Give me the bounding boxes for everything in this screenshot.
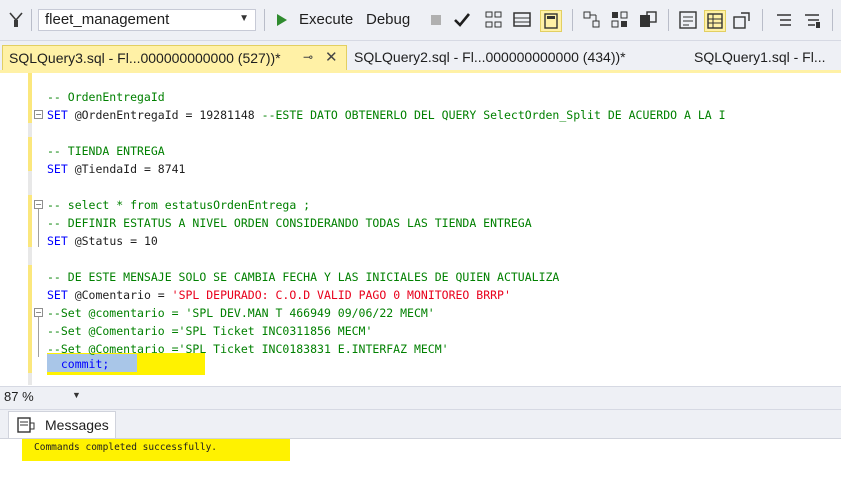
results-to-grid-icon[interactable] [512,10,532,30]
sqlcmd-mode-icon[interactable] [638,10,658,30]
code-line: -- DE ESTE MENSAJE SOLO SE CAMBIA FECHA … [47,268,559,286]
toolbar-separator [31,9,32,31]
code-token: --Set @comentario = 'SPL DEV.MAN T 46694… [47,306,435,320]
query-editor[interactable]: − − − -- OrdenEntregaId SET @OrdenEntrega… [0,73,841,385]
collapse-icon[interactable]: − [34,200,43,209]
toolbar-separator [264,9,265,31]
code-line: -- OrdenEntregaId [47,88,165,106]
code-line: --Set @Comentario ='SPL Ticket INC031185… [47,322,372,340]
code-line: -- select * from estatusOrdenEntrega ; [47,196,310,214]
query-options-icon[interactable] [582,10,602,30]
toolbar-separator [832,9,833,31]
tab-messages[interactable]: Messages [8,411,116,438]
code-line: --Set @comentario = 'SPL DEV.MAN T 46694… [47,304,435,322]
code-token: @TiendaId = 8741 [74,162,186,176]
document-tabstrip: SQLQuery3.sql - Fl...000000000000 (527))… [0,41,841,71]
zoom-level: 87 % [4,389,34,404]
pin-icon[interactable]: ⊸ [303,50,313,64]
messages-pane: Commands completed successfully. [0,438,841,482]
code-token: SET [47,108,75,122]
code-line: SET @TiendaId = 8741 [47,160,185,178]
tab-label: SQLQuery3.sql - Fl...000000000000 (527))… [9,50,281,66]
execution-plan-icon[interactable] [484,10,504,30]
code-token: @OrdenEntregaId = 19281148 [74,108,262,122]
code-token: @Comentario = [74,288,172,302]
zoom-dropdown[interactable]: 87 % ▼ [4,389,84,406]
parse-checkmark-icon[interactable] [452,10,472,30]
change-indicator [28,195,32,247]
database-name: fleet_management [45,11,170,28]
toolbar-separator [762,9,763,31]
change-indicator [28,137,32,171]
code-token: -- DE ESTE MENSAJE SOLO SE CAMBIA FECHA … [47,270,560,284]
calculator-icon[interactable] [540,10,562,32]
fold-guide [38,209,39,247]
object-explorer-filter-icon[interactable] [6,10,26,30]
stop-icon[interactable] [426,10,446,30]
code-line: -- DEFINIR ESTATUS A NIVEL ORDEN CONSIDE… [47,214,532,232]
results-to-file-icon[interactable] [732,10,752,30]
code-token: SET [47,162,75,176]
tab-sqlquery1[interactable]: SQLQuery1.sql - Fl... [694,49,825,65]
chevron-down-icon: ▼ [239,13,249,24]
code-token: --Set @Comentario ='SPL Ticket INC018383… [47,342,449,356]
results-grid-selected-icon[interactable] [704,10,726,32]
messages-tab-label: Messages [45,417,109,433]
execute-play-icon[interactable] [272,10,292,30]
code-token: SET [47,288,75,302]
code-token: -- DEFINIR ESTATUS A NIVEL ORDEN CONSIDE… [47,216,532,230]
toolbar-separator [572,9,573,31]
intellisense-icon[interactable] [610,10,630,30]
close-icon[interactable]: ✕ [325,48,338,66]
results-tabstrip: Messages [0,410,841,438]
collapse-icon[interactable]: − [34,110,43,119]
result-message: Commands completed successfully. [34,442,218,453]
toolbar-separator [668,9,669,31]
toolbar: fleet_management ▼ Execute Debug [0,0,841,41]
fold-guide [38,317,39,357]
uncomment-lines-icon[interactable] [802,10,822,30]
code-token: --ESTE DATO OBTENERLO DEL QUERY SelectOr… [261,108,726,122]
execute-button[interactable]: Execute [299,11,353,28]
code-token: -- TIENDA ENTREGA [47,144,165,158]
tab-sqlquery2[interactable]: SQLQuery2.sql - Fl...000000000000 (434))… [354,49,626,65]
code-line: commit; [47,355,109,373]
code-token: SET [47,234,75,248]
results-to-text-icon[interactable] [678,10,698,30]
debug-button[interactable]: Debug [366,11,410,28]
collapse-icon[interactable]: − [34,308,43,317]
code-token: @Status = 10 [74,234,158,248]
code-line: SET @Comentario = 'SPL DEPURADO: C.O.D V… [47,286,511,304]
code-token: commit; [47,357,110,371]
code-token: --Set @Comentario ='SPL Ticket INC031185… [47,324,373,338]
editor-statusbar: 87 % ▼ [0,386,841,410]
change-indicator [28,73,32,123]
comment-lines-icon[interactable] [774,10,794,30]
tab-sqlquery3[interactable]: SQLQuery3.sql - Fl...000000000000 (527))… [2,45,347,71]
database-dropdown[interactable]: fleet_management ▼ [38,9,256,31]
code-token: -- select * from estatusOrdenEntrega ; [47,198,311,212]
code-line: -- TIENDA ENTREGA [47,142,165,160]
change-indicator [28,265,32,373]
chevron-down-icon: ▼ [72,390,81,400]
code-line: SET @OrdenEntregaId = 19281148 --ESTE DA… [47,106,726,124]
code-line: SET @Status = 10 [47,232,158,250]
code-token: 'SPL DEPURADO: C.O.D VALID PAGO 0 MONITO… [171,288,511,302]
messages-icon [17,417,35,438]
code-token: -- OrdenEntregaId [47,90,165,104]
